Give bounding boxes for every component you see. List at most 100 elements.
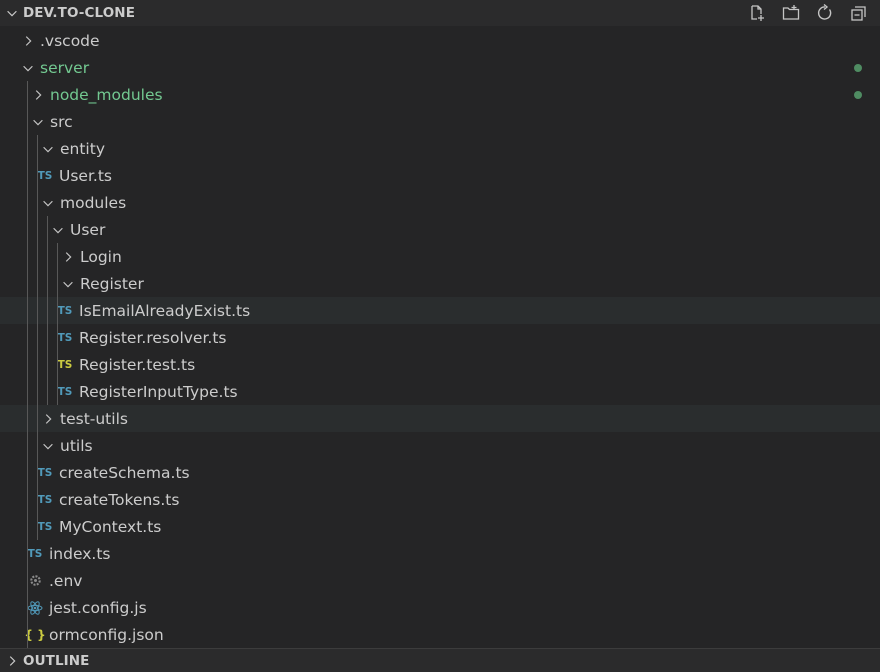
indent-guide: [57, 297, 58, 324]
indent-guide: [27, 297, 28, 324]
indent-guide: [27, 351, 28, 378]
file-tree: .vscode server node_modules src entity TS User…: [0, 27, 880, 648]
indent-guide: [37, 324, 38, 351]
indent-guide: [37, 459, 38, 486]
chevron-down-icon: [50, 222, 66, 238]
indent-guide: [47, 270, 48, 297]
tree-item-label: User.ts: [59, 166, 112, 185]
tree-folder[interactable]: .vscode: [0, 27, 880, 54]
indent-guide: [27, 405, 28, 432]
chevron-right-icon: [20, 33, 36, 49]
react-icon: [26, 600, 44, 616]
tree-item-label: MyContext.ts: [59, 517, 162, 536]
typescript-icon: TS: [57, 385, 73, 398]
tree-folder[interactable]: Login: [0, 243, 880, 270]
tree-folder[interactable]: node_modules: [0, 81, 880, 108]
tree-file[interactable]: TS Register.test.ts: [0, 351, 880, 378]
tree-item-label: server: [40, 58, 90, 77]
tree-folder[interactable]: entity: [0, 135, 880, 162]
chevron-down-icon: [60, 276, 76, 292]
tree-item-label: Login: [80, 247, 122, 266]
typescript-icon: TS: [37, 466, 53, 479]
chevron-down-icon: [40, 195, 56, 211]
outline-section-header[interactable]: OUTLINE: [0, 648, 880, 672]
typescript-icon: TS: [37, 493, 53, 506]
tree-folder[interactable]: Register: [0, 270, 880, 297]
tree-file[interactable]: jest.config.js: [0, 594, 880, 621]
indent-guide: [37, 513, 38, 540]
new-folder-icon[interactable]: [774, 0, 808, 26]
typescript-icon: TS: [27, 547, 43, 560]
indent-guide: [27, 324, 28, 351]
tree-item-label: User: [70, 220, 106, 239]
chevron-down-icon: [3, 0, 21, 26]
workspace-title: DEV.TO-CLONE: [23, 5, 136, 21]
chevron-down-icon: [40, 141, 56, 157]
tree-folder[interactable]: server: [0, 54, 880, 81]
tree-item-label: ormconfig.json: [49, 625, 164, 644]
indent-guide: [27, 432, 28, 459]
indent-guide: [37, 351, 38, 378]
tree-item-label: test-utils: [60, 409, 128, 428]
tree-file[interactable]: TS Register.resolver.ts: [0, 324, 880, 351]
tree-folder[interactable]: modules: [0, 189, 880, 216]
tree-item-label: entity: [60, 139, 105, 158]
indent-guide: [27, 135, 28, 162]
indent-guide: [27, 108, 28, 135]
indent-guide: [27, 540, 28, 567]
tree-item-label: RegisterInputType.ts: [79, 382, 238, 401]
indent-guide: [27, 594, 28, 621]
indent-guide: [47, 243, 48, 270]
gear-icon: [26, 573, 44, 589]
indent-guide: [57, 243, 58, 270]
tree-item-label: Register.resolver.ts: [79, 328, 227, 347]
indent-guide: [57, 324, 58, 351]
tree-file[interactable]: TS index.ts: [0, 540, 880, 567]
tree-item-label: index.ts: [49, 544, 111, 563]
tree-folder[interactable]: utils: [0, 432, 880, 459]
indent-guide: [37, 432, 38, 459]
tree-folder[interactable]: src: [0, 108, 880, 135]
new-file-icon[interactable]: [740, 0, 774, 26]
indent-guide: [27, 378, 28, 405]
tree-file[interactable]: TS createSchema.ts: [0, 459, 880, 486]
workspace-section-header[interactable]: DEV.TO-CLONE: [0, 0, 880, 26]
tree-file[interactable]: { } ormconfig.json: [0, 621, 880, 648]
indent-guide: [27, 486, 28, 513]
tree-file[interactable]: TS MyContext.ts: [0, 513, 880, 540]
indent-guide: [27, 270, 28, 297]
chevron-down-icon: [20, 60, 36, 76]
typescript-icon: TS: [37, 520, 53, 533]
tree-file[interactable]: TS IsEmailAlreadyExist.ts: [0, 297, 880, 324]
tree-item-label: jest.config.js: [49, 598, 147, 617]
indent-guide: [57, 351, 58, 378]
indent-guide: [37, 378, 38, 405]
refresh-icon[interactable]: [808, 0, 842, 26]
tree-folder[interactable]: User: [0, 216, 880, 243]
tree-item-label: .vscode: [40, 31, 100, 50]
indent-guide: [27, 216, 28, 243]
git-status-dot: [854, 91, 862, 99]
indent-guide: [47, 216, 48, 243]
tree-file[interactable]: TS RegisterInputType.ts: [0, 378, 880, 405]
indent-guide: [27, 567, 28, 594]
tree-file[interactable]: .env: [0, 567, 880, 594]
tree-item-label: modules: [60, 193, 127, 212]
indent-guide: [37, 405, 38, 432]
tree-item-label: Register.test.ts: [79, 355, 196, 374]
chevron-right-icon: [3, 648, 21, 672]
tree-file[interactable]: TS User.ts: [0, 162, 880, 189]
tree-folder[interactable]: test-utils: [0, 405, 880, 432]
tree-item-label: IsEmailAlreadyExist.ts: [79, 301, 251, 320]
indent-guide: [37, 135, 38, 162]
tree-item-label: createSchema.ts: [59, 463, 190, 482]
indent-guide: [27, 162, 28, 189]
chevron-right-icon: [40, 411, 56, 427]
git-status-dot: [854, 64, 862, 72]
typescript-icon: TS: [57, 304, 73, 317]
indent-guide: [47, 324, 48, 351]
tree-file[interactable]: TS createTokens.ts: [0, 486, 880, 513]
collapse-all-icon[interactable]: [842, 0, 876, 26]
explorer-actions: [740, 0, 876, 26]
indent-guide: [27, 459, 28, 486]
